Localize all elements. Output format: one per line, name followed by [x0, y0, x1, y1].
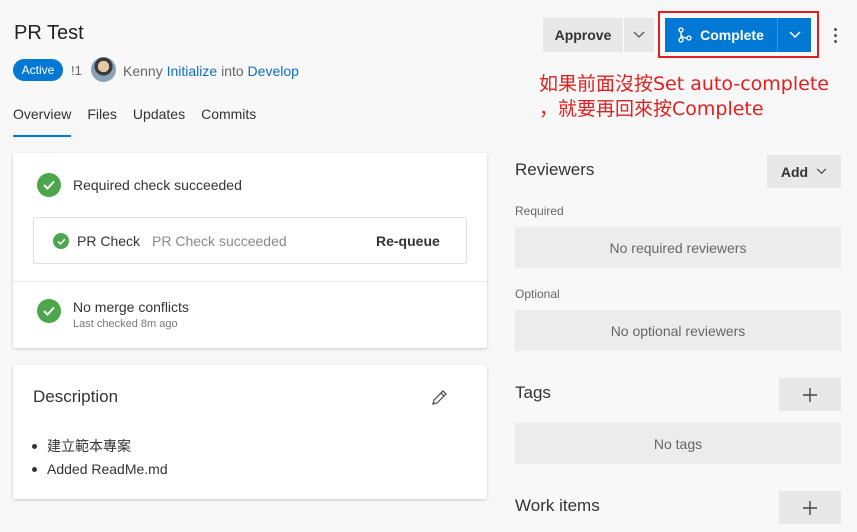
complete-button[interactable]: Complete [665, 18, 778, 52]
required-reviewers-label: Required [515, 204, 564, 218]
tab-updates[interactable]: Updates [133, 106, 185, 137]
chevron-down-icon [633, 31, 645, 38]
author-name[interactable]: Kenny [123, 63, 163, 79]
description-card: Description 建立範本專案 Added ReadMe.md [13, 365, 487, 499]
tab-overview[interactable]: Overview [13, 106, 72, 137]
chevron-down-icon [788, 31, 801, 39]
pr-check-box: PR Check PR Check succeeded Re-queue [33, 217, 467, 264]
optional-reviewers-label: Optional [515, 287, 560, 301]
edit-description-button[interactable] [430, 389, 448, 412]
approve-button[interactable]: Approve [543, 18, 624, 52]
work-items-title: Work items [515, 496, 600, 515]
tab-bar: Overview Files Updates Commits [13, 106, 256, 137]
source-branch-link[interactable]: Initialize [167, 63, 218, 79]
add-reviewer-label: Add [780, 163, 809, 180]
pr-check-status: PR Check succeeded [152, 233, 287, 249]
tags-title: Tags [515, 383, 551, 402]
requeue-button[interactable]: Re-queue [376, 233, 440, 249]
pr-byline: Kenny Initialize into Develop [123, 63, 299, 79]
annotation-line-2: ，就要再回來按Complete [539, 98, 764, 120]
plus-icon [803, 500, 817, 515]
complete-button-label: Complete [700, 27, 764, 43]
page-title: PR Test [14, 22, 84, 44]
pencil-icon [432, 390, 447, 405]
check-circle-icon [37, 173, 61, 197]
add-tag-button[interactable] [779, 378, 841, 411]
plus-icon [803, 387, 817, 402]
reviewers-title: Reviewers [515, 160, 595, 179]
required-check-text: Required check succeeded [73, 177, 242, 193]
optional-reviewers-box: No optional reviewers [515, 310, 841, 351]
complete-button-group: Complete [665, 18, 811, 52]
check-circle-icon [37, 299, 61, 323]
merge-conflicts-row: No merge conflicts Last checked 8m ago [37, 299, 189, 330]
approve-options-button[interactable] [624, 18, 654, 52]
merge-texts: No merge conflicts Last checked 8m ago [73, 299, 189, 330]
tab-files[interactable]: Files [87, 106, 117, 137]
more-actions-button[interactable] [828, 21, 842, 49]
tags-box: No tags [515, 423, 841, 464]
complete-options-button[interactable] [778, 18, 811, 52]
divider [13, 281, 487, 282]
status-card: Required check succeeded PR Check PR Che… [13, 153, 487, 348]
add-work-item-button[interactable] [779, 491, 841, 524]
required-check-row: Required check succeeded [37, 173, 242, 197]
tab-commits[interactable]: Commits [201, 106, 256, 137]
chevron-down-icon [816, 168, 827, 175]
merge-status: No merge conflicts [73, 299, 189, 315]
more-icon-dot [833, 27, 837, 31]
description-title: Description [33, 387, 119, 406]
avatar[interactable] [91, 57, 116, 82]
status-badge: Active [13, 59, 63, 81]
add-reviewer-button[interactable]: Add [767, 155, 841, 188]
annotation-note: 如果前面沒按Set auto-complete ，就要再回來按Complete [539, 72, 829, 122]
check-circle-icon [53, 233, 69, 249]
list-item: Added ReadMe.md [32, 458, 168, 481]
merge-icon [678, 27, 692, 43]
target-branch-link[interactable]: Develop [248, 63, 299, 79]
into-text: into [221, 63, 244, 79]
annotation-line-1: 如果前面沒按Set auto-complete [539, 73, 829, 95]
pr-id: !1 [71, 63, 82, 78]
description-list: 建立範本專案 Added ReadMe.md [32, 435, 168, 481]
pr-check-info: PR Check PR Check succeeded [53, 233, 287, 249]
pr-check-name: PR Check [77, 233, 141, 249]
approve-button-group: Approve [543, 18, 654, 52]
required-reviewers-box: No required reviewers [515, 227, 841, 268]
list-item: 建立範本專案 [32, 435, 168, 458]
merge-last-checked: Last checked 8m ago [73, 318, 178, 330]
